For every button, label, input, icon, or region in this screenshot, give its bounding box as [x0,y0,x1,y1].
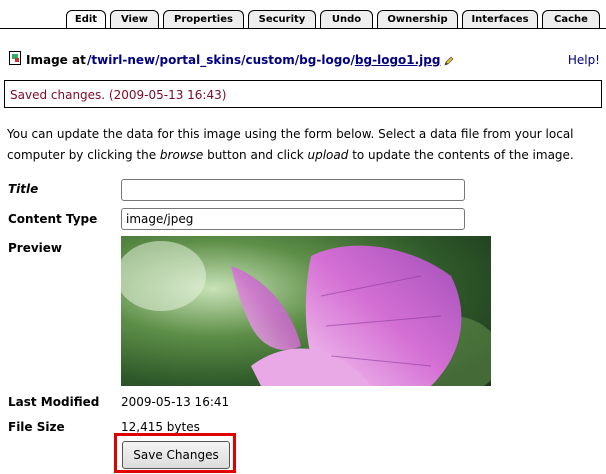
breadcrumb-twirl-new[interactable]: /twirl-new [87,53,155,67]
tab-security[interactable]: Security [248,10,316,28]
intro-part: button and click [203,148,308,162]
tab-label: View [120,14,148,25]
help-link[interactable]: Help! [568,53,600,67]
breadcrumb-bg-logo[interactable]: /bg-logo [295,53,351,67]
breadcrumb-custom[interactable]: /custom [241,53,295,67]
image-icon [9,51,21,65]
tab-label: Properties [174,14,233,25]
tab-view[interactable]: View [110,10,159,28]
breadcrumb-portal-skins[interactable]: /portal_skins [155,53,241,67]
tab-label: Interfaces [471,14,529,25]
intro-browse: browse [159,148,204,162]
tab-label: Edit [74,14,98,25]
tab-properties[interactable]: Properties [163,10,244,28]
file-size-value: 12,415 bytes [121,420,200,434]
tab-label: Cache [554,14,588,25]
tab-label: Ownership [387,14,448,25]
tab-ownership[interactable]: Ownership [377,10,458,28]
title-label: Title [8,182,39,196]
preview-label: Preview [8,241,63,255]
last-modified-value: 2009-05-13 16:41 [121,395,230,409]
title-input[interactable] [121,179,465,201]
tab-cache[interactable]: Cache [542,10,600,28]
tab-bar: Edit View Properties Security Undo Owner… [0,0,606,29]
tab-undo[interactable]: Undo [320,10,373,28]
breadcrumb-bg-logo1[interactable]: bg-logo1.jpg [355,53,441,67]
content-type-input[interactable] [121,208,465,230]
page-header: Image at /twirl-new/portal_skins/custom/… [0,29,606,73]
status-message: Saved changes. (2009-05-13 16:43) [4,80,602,108]
intro-upload: upload [307,148,349,162]
breadcrumb: /twirl-new/portal_skins/custom/bg-logo/b… [87,53,454,67]
content-type-label: Content Type [8,212,98,226]
pencil-icon[interactable] [444,56,454,66]
flower-image [121,236,491,386]
header-prefix: Image at [26,53,86,67]
tab-label: Security [258,14,306,25]
save-changes-button[interactable]: Save Changes [122,441,230,469]
file-size-label: File Size [8,420,65,434]
intro-part: to update the contents of the image. [348,148,574,162]
status-text: Saved changes. (2009-05-13 16:43) [10,88,227,102]
intro-text: You can update the data for this image u… [7,124,597,166]
tab-label: Undo [331,14,362,25]
image-preview [121,236,491,386]
tab-edit[interactable]: Edit [66,10,106,29]
tab-interfaces[interactable]: Interfaces [462,10,538,28]
last-modified-label: Last Modified [8,395,100,409]
